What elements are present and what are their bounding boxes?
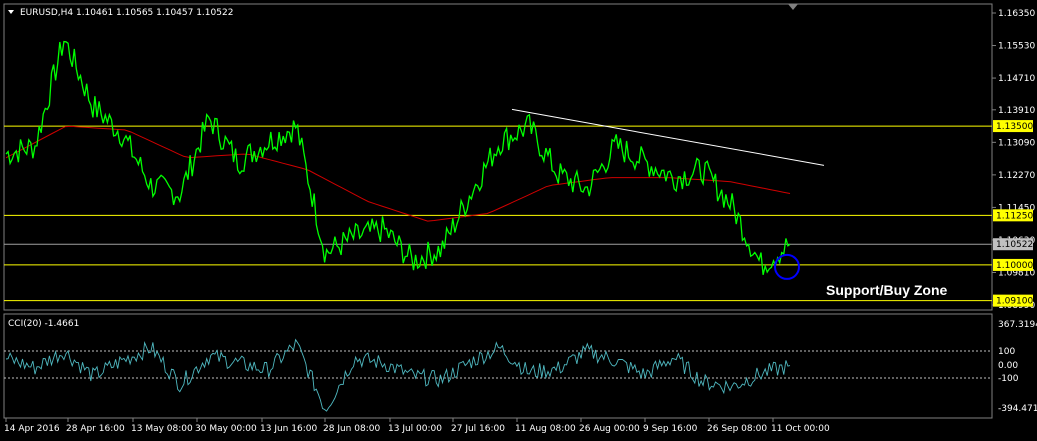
price-tick-label: 1.13910: [998, 106, 1035, 116]
annotation-support-buy-zone: Support/Buy Zone: [826, 282, 948, 298]
time-tick-label: 28 Jun 08:00: [323, 424, 380, 434]
header: EURUSD,H4 1.10461 1.10565 1.10457 1.1052…: [8, 8, 233, 18]
cci-tick-label: 100: [998, 347, 1015, 357]
time-tick-label: 13 May 08:00: [131, 424, 193, 434]
cci-tick-label: -100: [998, 374, 1019, 384]
price-tick-label: 1.15530: [998, 42, 1035, 52]
time-axis: 14 Apr 2016 28 Apr 16:00 13 May 08:00 30 Ma…: [4, 418, 830, 434]
chart-window[interactable]: 1.16350 1.15530 1.14710 1.13910 1.13090 1.122…: [0, 0, 1037, 441]
cci-tick-label: -394.4714: [998, 404, 1037, 414]
price-tick-label: 1.13090: [998, 138, 1035, 148]
time-tick-label: 14 Apr 2016: [4, 424, 60, 434]
time-tick-label: 11 Aug 08:00: [515, 424, 576, 434]
time-tick-label: 26 Sep 08:00: [707, 424, 767, 434]
time-tick-label: 30 May 00:00: [195, 424, 257, 434]
main-chart-frame[interactable]: [3, 3, 993, 311]
cci-tick-label: 0.00: [998, 361, 1018, 371]
time-tick-label: 26 Aug 00:00: [579, 424, 640, 434]
current-price-label: 1.10522: [996, 240, 1033, 250]
price-tick-label: 1.12270: [998, 171, 1035, 181]
level-price-label: 1.11250: [996, 211, 1033, 221]
price-tick-label: 1.16350: [998, 9, 1035, 19]
time-tick-label: 28 Apr 16:00: [66, 424, 125, 434]
cci-tick-label: 367.3194: [998, 320, 1037, 330]
time-tick-label: 13 Jun 16:00: [260, 424, 317, 434]
time-tick-label: 11 Oct 00:00: [771, 424, 830, 434]
cci-panel-frame[interactable]: [3, 313, 993, 419]
price-tick-label: 1.14710: [998, 74, 1035, 84]
level-price-label: 1.10000: [996, 261, 1033, 271]
symbol-header: EURUSD,H4 1.10461 1.10565 1.10457 1.1052…: [20, 8, 233, 18]
time-tick-label: 9 Sep 16:00: [643, 424, 698, 434]
time-tick-label: 13 Jul 00:00: [388, 424, 442, 434]
cci-axis: 367.3194 100 0.00 -100 -394.4714: [998, 320, 1037, 414]
level-price-label: 1.13500: [996, 122, 1033, 132]
cci-label: CCI(20) -1.4661: [8, 319, 79, 329]
time-tick-label: 27 Jul 16:00: [451, 424, 505, 434]
level-price-label: 1.09100: [996, 297, 1033, 307]
